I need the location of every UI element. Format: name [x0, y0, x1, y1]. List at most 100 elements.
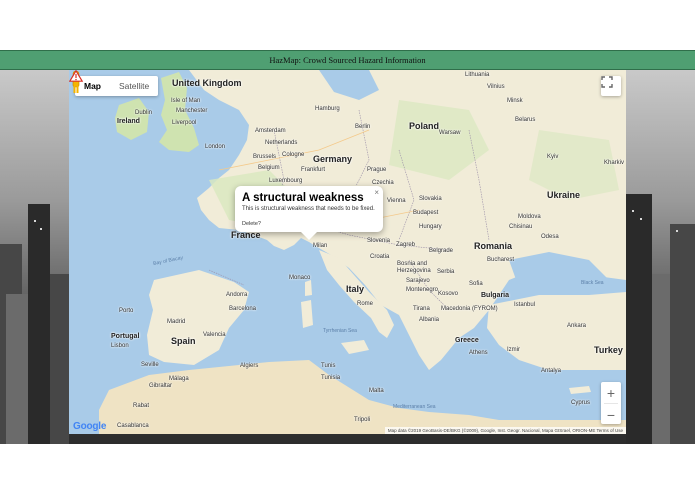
zoom-in-button[interactable]: +: [601, 382, 621, 403]
info-window: × A structural weakness This is structur…: [235, 186, 383, 240]
label-kosovo: Kosovo: [438, 291, 459, 297]
label-sofia: Sofia: [469, 281, 483, 287]
map-type-control: Map Satellite: [75, 76, 159, 96]
label-monaco: Monaco: [289, 275, 311, 281]
label-mediterranean-sea: Mediterranean Sea: [393, 404, 436, 410]
label-croatia: Croatia: [370, 254, 390, 260]
top-margin: [0, 0, 695, 50]
label-porto: Porto: [119, 308, 134, 314]
label-belgium: Belgium: [258, 165, 280, 171]
label-isle-of-man: Isle of Man: [171, 98, 201, 104]
label-hamburg: Hamburg: [315, 106, 340, 112]
label-ankara: Ankara: [567, 323, 587, 329]
label-moldova: Moldova: [518, 214, 541, 220]
label-slovakia: Slovakia: [419, 196, 442, 202]
label-portugal: Portugal: [111, 333, 140, 340]
label-united-kingdom: United Kingdom: [172, 78, 242, 88]
label-algiers: Algiers: [240, 363, 259, 369]
label-germany: Germany: [313, 154, 353, 164]
label-barcelona: Barcelona: [229, 306, 257, 312]
label-lisbon: Lisbon: [111, 343, 129, 349]
label-bulgaria: Bulgaria: [481, 292, 510, 299]
label-chisinau: Chisinau: [509, 224, 533, 230]
label-tirana: Tirana: [413, 306, 430, 312]
app-header: HazMap: Crowd Sourced Hazard Information: [0, 50, 695, 70]
label-liverpool: Liverpool: [172, 120, 197, 126]
label-rabat: Rabat: [133, 403, 150, 409]
label-belarus: Belarus: [515, 117, 536, 123]
label-milan: Milan: [313, 243, 328, 249]
label-albania: Albania: [419, 317, 440, 323]
map-view[interactable]: United Kingdom Isle of Man Dublin Manche…: [69, 70, 626, 434]
label-prague: Prague: [367, 167, 387, 173]
zoom-control: + −: [601, 382, 621, 424]
label-tunis: Tunis: [321, 363, 336, 369]
label-hungary: Hungary: [419, 224, 442, 230]
label-tyrrhenian-sea: Tyrrhenian Sea: [323, 328, 357, 334]
label-romania: Romania: [474, 241, 513, 251]
info-window-body: This is structural weakness that needs t…: [242, 206, 375, 212]
info-window-close-button[interactable]: ×: [374, 188, 379, 197]
label-luxembourg: Luxembourg: [269, 178, 303, 184]
label-poland: Poland: [409, 121, 440, 131]
label-tunisia: Tunisia: [321, 375, 341, 381]
map-type-satellite-button[interactable]: Satellite: [110, 76, 158, 96]
label-black-sea: Black Sea: [581, 280, 604, 286]
label-malaga: Málaga: [169, 376, 189, 382]
label-ireland: Ireland: [117, 118, 140, 125]
label-malta: Malta: [369, 388, 384, 394]
label-kharkiv: Kharkiv: [604, 160, 625, 166]
fullscreen-button[interactable]: [601, 76, 621, 96]
label-vilnius: Vilnius: [487, 84, 505, 90]
map-basemap: [99, 70, 626, 434]
label-macedonia: Macedonia (FYROM): [441, 306, 498, 312]
label-italy: Italy: [346, 284, 365, 294]
label-dublin: Dublin: [135, 110, 153, 116]
label-antalya: Antalya: [541, 368, 562, 374]
info-window-title: A structural weakness: [242, 192, 364, 204]
label-athens: Athens: [469, 350, 488, 356]
label-vienna: Vienna: [387, 198, 406, 204]
label-manchester: Manchester: [176, 108, 208, 114]
label-greece: Greece: [455, 337, 479, 344]
label-warsaw: Warsaw: [439, 130, 461, 136]
label-zagreb: Zagreb: [396, 242, 416, 248]
zoom-out-button[interactable]: −: [601, 404, 621, 425]
label-rome: Rome: [357, 301, 374, 307]
label-spain: Spain: [171, 336, 196, 346]
label-amsterdam: Amsterdam: [255, 128, 286, 134]
google-logo-text: Google: [73, 421, 107, 432]
label-minsk: Minsk: [507, 98, 523, 104]
label-ukraine: Ukraine: [547, 190, 581, 200]
google-logo[interactable]: Google: [73, 421, 106, 432]
label-seville: Seville: [141, 362, 159, 368]
label-turkey: Turkey: [594, 345, 623, 355]
label-budapest: Budapest: [413, 210, 439, 216]
label-slovenia: Slovenia: [367, 238, 391, 244]
label-izmir: Izmir: [507, 347, 520, 353]
label-valencia: Valencia: [203, 332, 226, 338]
label-cyprus: Cyprus: [571, 400, 591, 406]
label-montenegro: Montenegro: [406, 287, 439, 293]
label-netherlands: Netherlands: [265, 140, 298, 146]
label-bosnia: Bosnia and Herzegovina: [397, 261, 431, 274]
label-berlin: Berlin: [355, 124, 371, 130]
label-madrid: Madrid: [167, 319, 186, 325]
label-andorra: Andorra: [226, 292, 248, 298]
label-casablanca: Casablanca: [117, 423, 149, 429]
label-istanbul: Istanbul: [514, 302, 536, 308]
fullscreen-icon: [601, 76, 613, 88]
label-kyiv: Kyiv: [547, 154, 559, 160]
hazard-triangle-icon[interactable]: [69, 70, 83, 82]
label-london: London: [205, 144, 226, 150]
delete-hazard-link[interactable]: Delete?: [242, 221, 261, 227]
label-bucharest: Bucharest: [487, 257, 515, 263]
label-gibraltar: Gibraltar: [149, 383, 173, 389]
label-serbia: Serbia: [437, 269, 455, 275]
label-frankfurt: Frankfurt: [301, 167, 326, 173]
bottom-margin: [0, 444, 695, 494]
map-attribution: Map data ©2019 GeoBasis-DE/BKG (©2009), …: [384, 427, 626, 434]
page-title: HazMap: Crowd Sourced Hazard Information: [269, 55, 426, 65]
label-brussels: Brussels: [253, 154, 277, 160]
label-cologne: Cologne: [282, 152, 305, 158]
